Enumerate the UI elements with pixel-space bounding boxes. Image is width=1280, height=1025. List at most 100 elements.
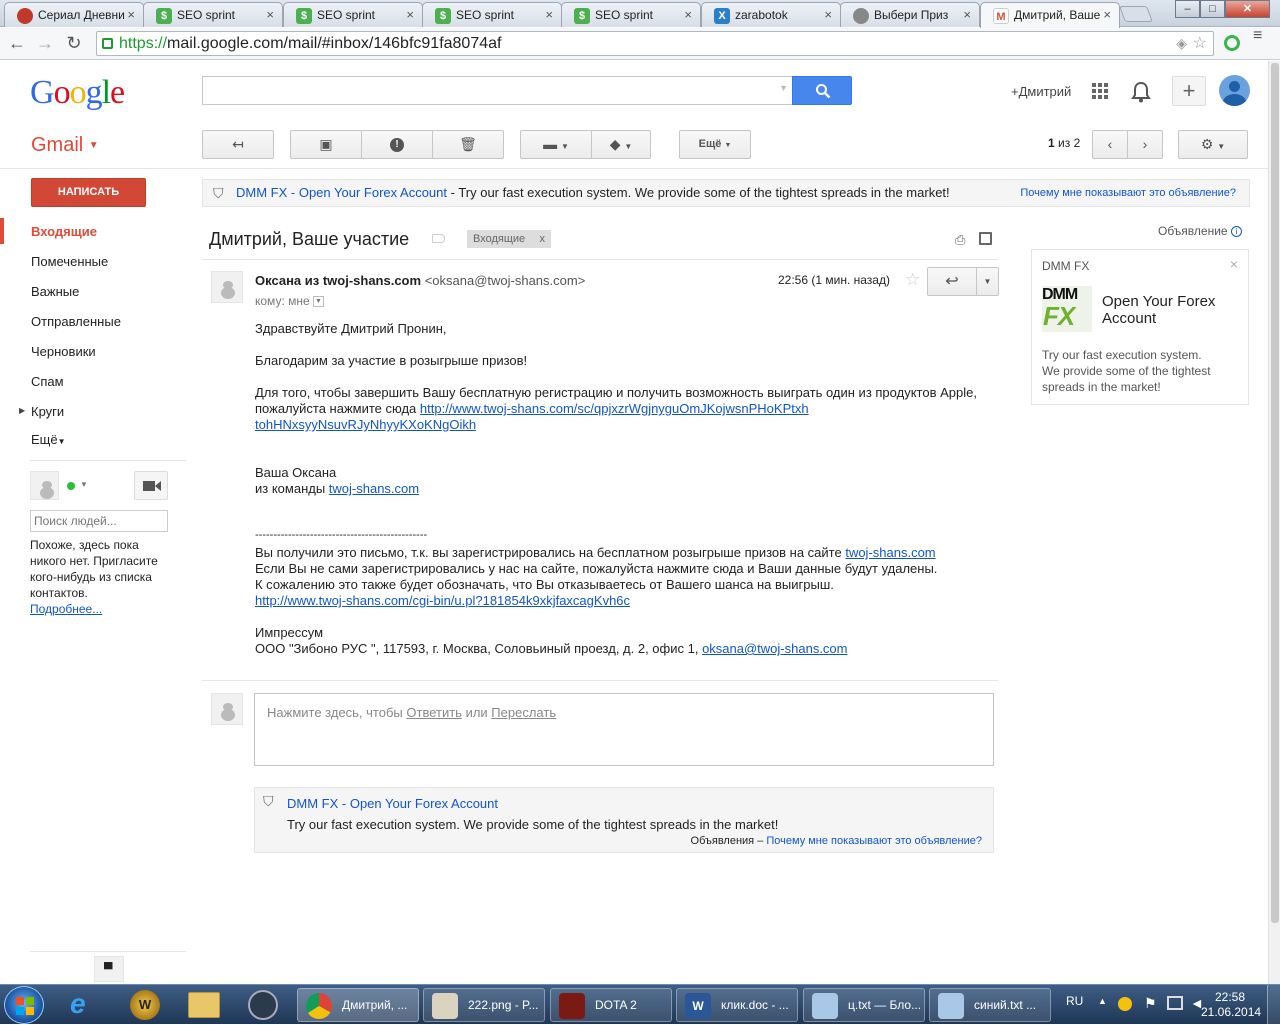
gmail-app-menu[interactable]: Gmail ▼ (31, 134, 99, 157)
translate-icon[interactable]: ◈ (1176, 32, 1187, 55)
status-online-icon[interactable] (67, 482, 75, 490)
ad-sponsor-link[interactable]: DMM FX (287, 796, 338, 811)
notifications-bell-icon[interactable] (1131, 81, 1151, 106)
browser-tab[interactable]: Сериал Дневни × (4, 2, 144, 27)
ad-why-link[interactable]: Почему мне показывают это объявление? (766, 835, 982, 847)
more-actions-button[interactable]: Ещё ▼ (679, 130, 751, 159)
taskbar-item-chrome[interactable]: Дмитрий, ... (297, 988, 419, 1022)
browser-tab[interactable]: Выбери Приз × (840, 2, 980, 27)
delete-button[interactable]: 🗑 (432, 130, 504, 159)
sidebar-item-sent[interactable]: Отправленные (31, 314, 121, 329)
show-desktop-button[interactable] (1267, 985, 1280, 1025)
action-center-flag-icon[interactable]: ⚑ (1144, 995, 1157, 1012)
back-to-inbox-button[interactable]: ↤ (202, 130, 274, 159)
address-bar[interactable]: https://mail.google.com/mail/#inbox/146b… (96, 31, 1214, 56)
taskbar-item-paint[interactable]: 222.png - P... (423, 988, 545, 1022)
sidebar-item-spam[interactable]: Спам (31, 374, 64, 389)
reload-icon[interactable]: ↻ (63, 32, 85, 54)
account-avatar[interactable] (1219, 75, 1250, 106)
network-icon[interactable] (1167, 996, 1183, 1010)
tab-close-icon[interactable]: × (266, 7, 274, 22)
sidebar-item-drafts[interactable]: Черновики (31, 344, 96, 359)
tab-close-icon[interactable]: × (545, 7, 553, 22)
ad-sponsor-link[interactable]: DMM FX (236, 185, 287, 200)
search-button[interactable] (792, 76, 852, 105)
compose-button[interactable]: НАПИСАТЬ (31, 178, 146, 207)
taskbar-item-notepad[interactable]: ц.txt — Бло... (803, 988, 925, 1022)
browser-tab[interactable]: Xzarabotok × (701, 2, 841, 27)
start-button[interactable] (4, 986, 44, 1024)
site-link[interactable]: twoj-shans.com (329, 481, 419, 496)
settings-button[interactable]: ⚙ ▼ (1178, 130, 1248, 159)
taskbar-item-word[interactable]: Wклик.doc - ... (676, 988, 798, 1022)
dropdown-arrow-icon[interactable]: ▼ (80, 480, 88, 489)
show-hidden-icons-icon[interactable]: ▲ (1098, 996, 1107, 1006)
search-input[interactable]: ▼ (202, 76, 792, 105)
chat-toggle-button[interactable]: ▀ (94, 956, 124, 982)
tab-close-icon[interactable]: × (963, 7, 971, 22)
importance-marker-icon[interactable] (432, 234, 445, 243)
labels-button[interactable]: ◆ ▼ (591, 130, 651, 159)
archive-button[interactable]: ▣ (290, 130, 362, 159)
people-search-input[interactable] (30, 510, 168, 532)
extension-icon[interactable] (1224, 35, 1240, 51)
world-of-warcraft-icon[interactable]: W (130, 990, 160, 1020)
site-link[interactable]: twoj-shans.com (845, 545, 935, 560)
tab-close-icon[interactable]: × (824, 7, 832, 22)
sidebar-item-inbox[interactable]: Входящие (31, 224, 97, 239)
browser-tab[interactable]: $ SEO sprint × (283, 2, 423, 27)
tab-close-icon[interactable]: × (406, 7, 414, 22)
steam-icon[interactable] (248, 990, 278, 1020)
scrollbar-thumb[interactable] (1271, 63, 1279, 923)
close-window-button[interactable]: ✕ (1225, 0, 1270, 18)
remove-label-icon[interactable]: x (540, 230, 546, 248)
internet-explorer-icon[interactable]: e (70, 990, 102, 1019)
learn-more-link[interactable]: Подробнее... (30, 602, 102, 616)
search-options-icon[interactable]: ▼ (779, 83, 788, 93)
browser-tab-active[interactable]: M Дмитрий, Ваше × (980, 2, 1120, 28)
new-window-icon[interactable] (979, 232, 992, 245)
reply-button[interactable]: ↩ (927, 267, 977, 296)
back-arrow-icon[interactable]: ← (6, 32, 28, 54)
maximize-button[interactable]: □ (1200, 0, 1225, 18)
label-chip[interactable]: Входящие x (467, 230, 551, 248)
browser-tab[interactable]: $ SEO sprint × (561, 2, 701, 27)
print-icon[interactable]: ⎙ (955, 232, 965, 248)
google-plus-link[interactable]: +Дмитрий (1011, 84, 1071, 99)
minimize-button[interactable]: – (1175, 0, 1200, 18)
ad-title-link[interactable]: - Open Your Forex Account (338, 796, 498, 811)
browser-tab[interactable]: $ SEO sprint × (422, 2, 562, 27)
language-indicator[interactable]: RU (1066, 994, 1083, 1008)
google-logo[interactable]: Google (30, 74, 125, 112)
recipient-line[interactable]: кому: мне ▼ (255, 294, 325, 308)
report-spam-button[interactable]: ! (361, 130, 433, 159)
sender-name[interactable]: Оксана из twoj-shans.com (255, 273, 421, 288)
taskbar-item-notepad[interactable]: синий.txt ... (929, 988, 1051, 1022)
bookmark-star-icon[interactable]: ☆ (1193, 32, 1207, 55)
tab-close-icon[interactable]: × (1103, 7, 1111, 22)
explorer-folder-icon[interactable] (188, 992, 220, 1018)
page-scrollbar[interactable] (1268, 61, 1280, 984)
sidebar-item-important[interactable]: Важные (31, 284, 79, 299)
forward-arrow-icon[interactable]: → (34, 32, 56, 54)
registration-link[interactable]: http://www.twoj-shans.com/sc/qpjxzrWgjny… (420, 401, 809, 416)
taskbar-item-dota[interactable]: DOTA 2 (550, 988, 672, 1022)
apps-grid-icon[interactable] (1092, 83, 1108, 99)
chrome-menu-icon[interactable]: ≡ (1253, 28, 1269, 44)
unsubscribe-link[interactable]: http://www.twoj-shans.com/cgi-bin/u.pl?1… (255, 593, 630, 608)
tab-close-icon[interactable]: × (127, 7, 135, 22)
newer-button[interactable]: ‹ (1092, 130, 1128, 159)
side-ad-card[interactable]: DMM FX × DMM FX Open Your Forex Account T… (1031, 249, 1249, 405)
ad-why-link[interactable]: Почему мне показывают это объявление? (1020, 180, 1236, 206)
chat-avatar[interactable] (30, 471, 59, 500)
sidebar-item-starred[interactable]: Помеченные (31, 254, 108, 269)
sidebar-item-more[interactable]: Ещё▼ (31, 432, 66, 447)
share-plus-button[interactable]: + (1172, 76, 1206, 106)
tab-close-icon[interactable]: × (684, 7, 692, 22)
new-tab-button[interactable] (1119, 6, 1153, 22)
registration-link[interactable]: tohHNxsyyNsuvRJyNhyyKXoKNgOikh (255, 417, 476, 432)
older-button[interactable]: › (1127, 130, 1163, 159)
ad-title-link[interactable]: - Open Your Forex Account (287, 185, 447, 200)
reply-box[interactable]: Нажмите здесь, чтобы Ответить или Пересл… (254, 693, 994, 766)
sidebar-item-circles[interactable]: Круги (31, 404, 64, 419)
